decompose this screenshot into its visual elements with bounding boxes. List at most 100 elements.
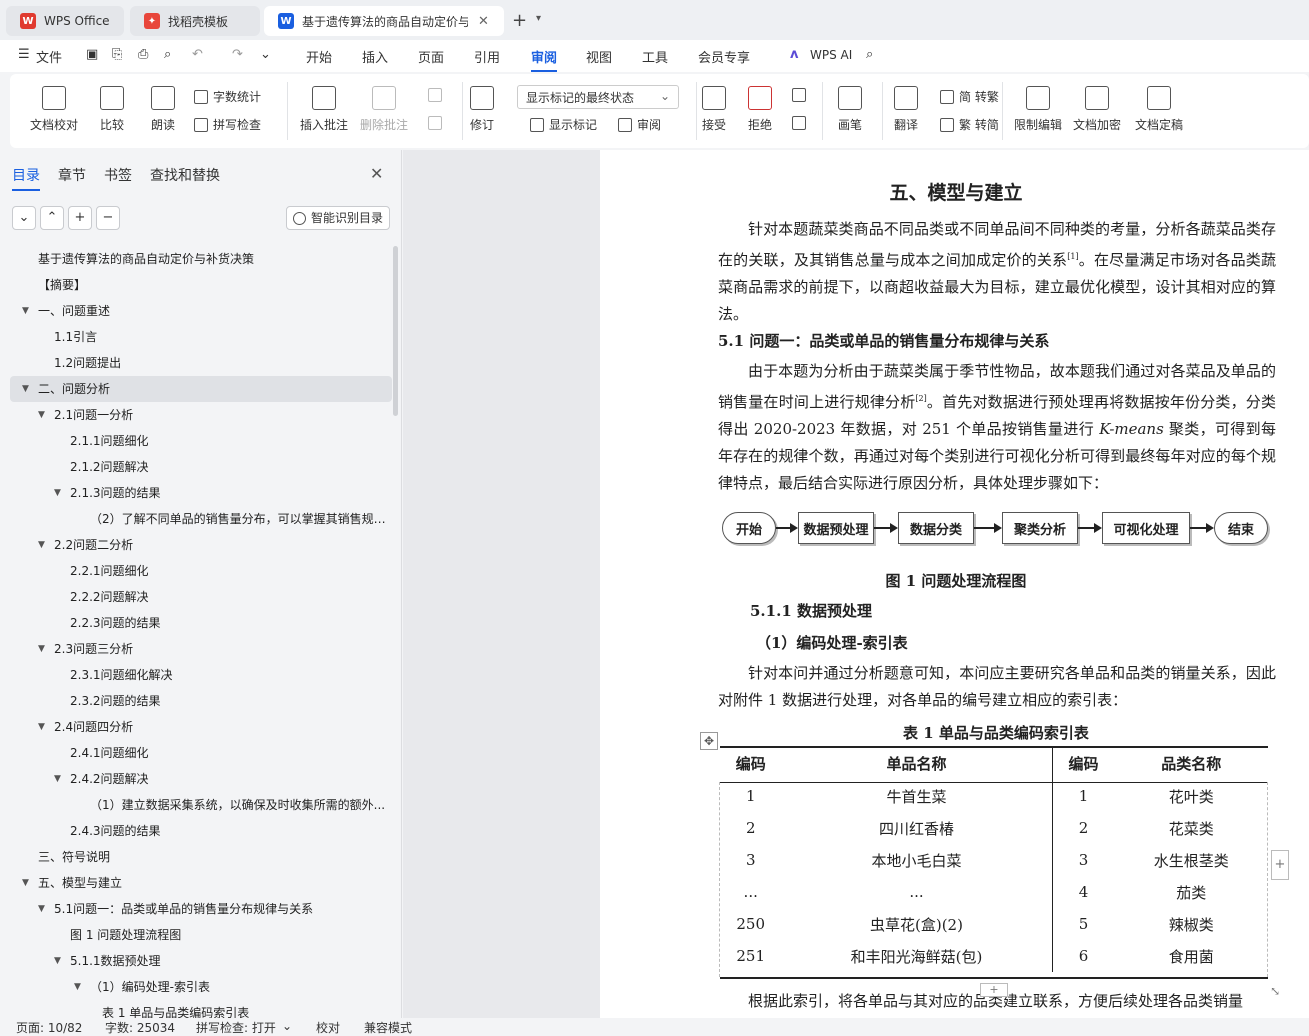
undo-icon[interactable]: ↶ <box>192 47 203 62</box>
word-count-button[interactable]: 字数统计 <box>194 88 261 105</box>
pen-button[interactable]: 画笔 <box>838 86 862 133</box>
markup-state-select[interactable]: 显示标记的最终状态 ⌄ <box>517 85 679 109</box>
toc-item[interactable]: ▼ 2.2问题二分析 <box>10 532 392 558</box>
delete-comment-button[interactable]: 删除批注 <box>360 86 408 133</box>
menu-review[interactable]: 审阅 <box>531 47 558 72</box>
tab-bookmarks[interactable]: 书签 <box>104 165 132 185</box>
tab-wps-office[interactable]: W WPS Office <box>6 6 124 36</box>
toc-item[interactable]: ▼ 2.1.3问题的结果 <box>10 480 392 506</box>
index-table[interactable]: 编码 单品名称 编码 品类名称 1 牛首生菜 1 花叶类 2 四川红香椿 2 花菜类 3 本地小毛… <box>720 746 1268 972</box>
save-icon[interactable]: ▣ <box>86 47 98 62</box>
toc-item[interactable]: 2.1.1问题细化 <box>10 428 392 454</box>
toc-item[interactable]: ▼ 2.1问题一分析 <box>10 402 392 428</box>
toc-item[interactable]: ▼ 2.3问题三分析 <box>10 636 392 662</box>
toc-item[interactable]: ▼ 二、问题分析 <box>10 376 392 402</box>
expand-caret-icon[interactable]: ▼ <box>38 714 45 740</box>
prev-change-button[interactable] <box>792 88 811 102</box>
toc-item[interactable]: ▼ （1）编码处理-索引表 <box>10 974 392 1000</box>
chevron-down-icon[interactable]: ▾ <box>536 13 541 24</box>
table-cell[interactable]: 本地小毛白菜 <box>781 844 1052 876</box>
table-cell[interactable]: ... <box>781 876 1052 908</box>
search-icon[interactable]: ⌕ <box>866 47 873 62</box>
toc-item[interactable]: （2）了解不同单品的销售量分布，可以掌握其销售规律... <box>10 506 392 532</box>
table-cell[interactable]: 水生根茎类 <box>1114 844 1268 876</box>
print-preview-icon[interactable]: ⌕ <box>164 47 171 62</box>
tab-sections[interactable]: 章节 <box>58 165 86 185</box>
close-icon[interactable]: ✕ <box>370 164 383 183</box>
review-pane-button[interactable]: 审阅 <box>618 116 661 133</box>
insert-comment-button[interactable]: 插入批注 <box>300 86 348 133</box>
menu-reference[interactable]: 引用 <box>474 47 500 66</box>
redo-icon[interactable]: ↷ <box>232 47 243 62</box>
print-icon[interactable]: ⎙ <box>138 47 148 62</box>
translate-button[interactable]: 翻译 <box>894 86 918 133</box>
smart-toc-button[interactable]: 智能识别目录 <box>286 206 390 230</box>
table-cell[interactable]: 2 <box>1051 812 1115 844</box>
accept-button[interactable]: 接受 <box>702 86 726 133</box>
toc-item[interactable]: ▼ 一、问题重述 <box>10 298 392 324</box>
expand-caret-icon[interactable]: ▼ <box>38 402 45 428</box>
resize-table-icon[interactable]: ⤡ <box>1270 984 1280 998</box>
expand-caret-icon[interactable]: ▼ <box>38 896 45 922</box>
show-markup-button[interactable]: 显示标记 <box>530 116 597 133</box>
expand-caret-icon[interactable]: ▼ <box>54 766 61 792</box>
toc-item[interactable]: 2.2.2问题解决 <box>10 584 392 610</box>
toc-item[interactable]: 2.1.2问题解决 <box>10 454 392 480</box>
collapse-up-button[interactable]: ⌃ <box>40 206 64 230</box>
prev-comment-button[interactable] <box>428 88 447 102</box>
remove-heading-button[interactable]: − <box>96 206 120 230</box>
table-cell[interactable]: 2 <box>720 812 781 844</box>
hamburger-icon[interactable]: ☰ <box>18 47 30 62</box>
toc-item[interactable]: ▼ 2.4.2问题解决 <box>10 766 392 792</box>
toc-item[interactable]: ▼ 五、模型与建立 <box>10 870 392 896</box>
menu-tools[interactable]: 工具 <box>642 47 668 66</box>
table-cell[interactable]: 辣椒类 <box>1114 908 1268 940</box>
table-cell[interactable]: 250 <box>720 908 781 940</box>
expand-caret-icon[interactable]: ▼ <box>22 870 29 896</box>
spellcheck-button[interactable]: 拼写检查 <box>194 116 261 133</box>
expand-caret-icon[interactable]: ▼ <box>22 376 29 402</box>
table-cell[interactable]: 和丰阳光海鲜菇(包) <box>781 940 1052 972</box>
table-cell[interactable]: 251 <box>720 940 781 972</box>
encrypt-button[interactable]: 文档加密 <box>1073 86 1121 133</box>
table-cell[interactable]: 1 <box>1051 780 1115 812</box>
add-heading-button[interactable]: + <box>68 206 92 230</box>
table-cell[interactable]: 3 <box>720 844 781 876</box>
next-comment-button[interactable] <box>428 116 447 130</box>
add-column-icon[interactable]: + <box>1271 850 1289 880</box>
to-simplified-button[interactable]: 繁 转简 <box>940 116 999 133</box>
expand-caret-icon[interactable]: ▼ <box>54 480 61 506</box>
reject-button[interactable]: 拒绝 <box>748 86 772 133</box>
toc-item[interactable]: ▼ 5.1问题一：品类或单品的销售量分布规律与关系 <box>10 896 392 922</box>
document-page[interactable]: 五、模型与建立 针对本题蔬菜类商品不同品类或不同单品间不同种类的考量，分析各蔬菜… <box>600 150 1309 1018</box>
table-cell[interactable]: 茄类 <box>1114 876 1268 908</box>
table-cell[interactable]: 牛首生菜 <box>781 780 1052 812</box>
table-cell[interactable]: 3 <box>1051 844 1115 876</box>
chevron-down-icon[interactable]: ⌄ <box>260 47 271 62</box>
menu-wps-ai[interactable]: WPS AI <box>810 48 852 62</box>
table-cell[interactable]: 四川红香椿 <box>781 812 1052 844</box>
word-count-indicator[interactable]: 字数: 25034 <box>105 1019 175 1036</box>
toc-item[interactable]: 2.4.1问题细化 <box>10 740 392 766</box>
tab-document[interactable]: W 基于遗传算法的商品自动定价与补货决策 ✕ <box>264 6 504 36</box>
close-icon[interactable]: ✕ <box>478 14 489 29</box>
new-tab-icon[interactable]: + <box>512 10 527 31</box>
toc-item[interactable]: 2.2.3问题的结果 <box>10 610 392 636</box>
proofread-button[interactable]: 文档校对 <box>30 86 78 133</box>
menu-insert[interactable]: 插入 <box>362 47 388 66</box>
expand-caret-icon[interactable]: ▼ <box>38 636 45 662</box>
toc-item[interactable]: 2.3.2问题的结果 <box>10 688 392 714</box>
toc-item[interactable]: （1）建立数据采集系统，以确保及时收集所需的额外... <box>10 792 392 818</box>
expand-caret-icon[interactable]: ▼ <box>54 948 61 974</box>
toc-item[interactable]: 基于遗传算法的商品自动定价与补货决策 <box>10 246 392 272</box>
toc-item[interactable]: 2.2.1问题细化 <box>10 558 392 584</box>
table-cell[interactable]: 6 <box>1051 940 1115 972</box>
toc-item[interactable]: 三、符号说明 <box>10 844 392 870</box>
table-cell[interactable]: 5 <box>1051 908 1115 940</box>
to-traditional-button[interactable]: 简 转繁 <box>940 88 999 105</box>
menu-file[interactable]: 文件 <box>36 47 62 66</box>
toc-item[interactable]: 2.4.3问题的结果 <box>10 818 392 844</box>
toc-scrollbar[interactable] <box>393 246 398 416</box>
toc-item[interactable]: ▼ 5.1.1数据预处理 <box>10 948 392 974</box>
table-cell[interactable]: 4 <box>1051 876 1115 908</box>
